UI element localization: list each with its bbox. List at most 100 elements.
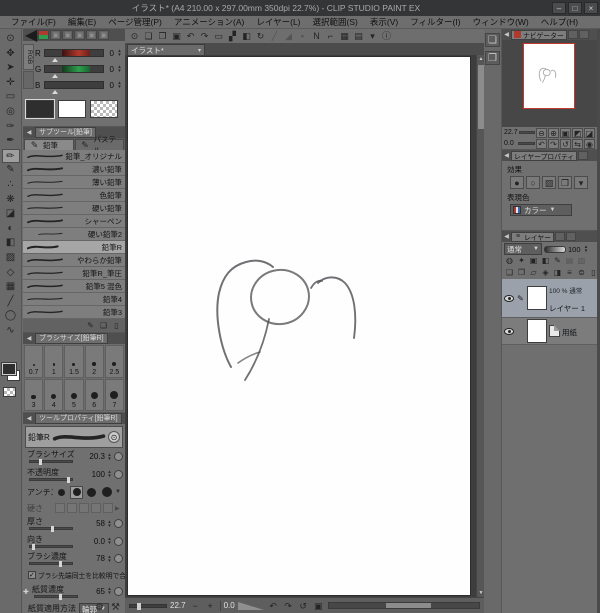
brush-size-cell[interactable]: 4 — [44, 378, 64, 411]
magnifier-detail-button[interactable]: ⊙ — [108, 431, 120, 443]
brush-size-slider[interactable] — [29, 459, 73, 465]
merge-down-icon[interactable]: ≡ — [564, 268, 575, 278]
navigator-preview[interactable] — [502, 40, 597, 127]
color-wheel-tab-icon[interactable]: ▣ — [50, 30, 62, 40]
material-palette-icon[interactable]: ❏ — [485, 33, 500, 47]
main-color-swatch[interactable] — [1, 362, 17, 376]
subtool-item[interactable]: 鉛筆3 — [23, 306, 125, 319]
frame-border-tool-icon[interactable]: ▦ — [2, 280, 20, 295]
nav-reset-view-icon[interactable]: ⇆ — [572, 138, 583, 149]
status-zoom-in-icon[interactable]: + — [204, 600, 217, 612]
red-slider[interactable] — [44, 49, 104, 62]
eraser-tool-icon[interactable]: ◪ — [2, 207, 20, 222]
blue-stepper[interactable]: ▲ ▼ — [116, 80, 123, 89]
brush-size-cell[interactable]: 2.5 — [104, 345, 124, 378]
color-history-tab-icon[interactable]: ▣ — [98, 30, 110, 40]
brush-size-cell[interactable]: 3 — [24, 378, 44, 411]
status-zoom-out-icon[interactable]: − — [189, 600, 202, 612]
middle-color-tab-icon[interactable]: ▣ — [74, 30, 86, 40]
blend-tool-icon[interactable]: ◐ — [2, 222, 20, 237]
register-settings-icon[interactable]: ⚒ — [109, 602, 122, 613]
canvas-viewport[interactable]: ▲ ▼ — [125, 55, 484, 597]
layer-move-tool-icon[interactable]: ✛ — [2, 76, 20, 91]
fill-icon[interactable]: ◧ — [240, 30, 253, 42]
thickness-value[interactable]: 58 — [88, 519, 105, 528]
border-effect-icon[interactable]: ● — [510, 176, 524, 189]
material-download-icon[interactable]: ❐ — [485, 51, 500, 65]
paper-density-value[interactable]: 65 — [88, 587, 105, 596]
clip-to-layer-below-icon[interactable]: ✦ — [516, 256, 527, 266]
copy-subtool-icon[interactable]: ✎ — [85, 320, 96, 331]
airbrush-tool-icon[interactable]: ∴ — [2, 178, 20, 193]
gradient-tool-icon[interactable]: ▨ — [2, 251, 20, 266]
brush-size-cell[interactable]: 1 — [44, 345, 64, 378]
paste-subtool-icon[interactable]: ❏ — [98, 320, 109, 331]
invert-selection-icon[interactable]: ▞ — [226, 30, 239, 42]
anti-strong-button[interactable] — [100, 486, 113, 499]
menu-page-manage[interactable]: ページ管理(P) — [103, 16, 167, 28]
anti-weak-button[interactable] — [70, 485, 83, 499]
menu-view[interactable]: 表示(V) — [365, 16, 403, 28]
rotate-canvas-icon[interactable]: ↻ — [254, 30, 267, 42]
hardness-step[interactable] — [79, 503, 89, 513]
paper-thumbnail[interactable] — [527, 319, 547, 343]
fill-tool-icon[interactable]: ◧ — [2, 236, 20, 251]
hardness-step[interactable] — [91, 503, 101, 513]
tab-dropdown-icon[interactable]: ▾ — [198, 47, 201, 54]
document-tab[interactable]: イラスト* ▾ — [127, 44, 205, 55]
new-layer-folder-icon[interactable]: ▱ — [528, 268, 539, 278]
anti-middle-button[interactable] — [85, 486, 98, 499]
snap-special-ruler-icon[interactable]: ⌐ — [324, 30, 337, 42]
brush-density-slider[interactable] — [29, 561, 73, 567]
print-icon[interactable]: ▤ — [352, 30, 365, 42]
operation-tool-icon[interactable]: ➤ — [2, 61, 20, 76]
info-icon[interactable]: ⓘ — [380, 30, 393, 42]
transparent-color-swatch[interactable] — [3, 387, 16, 397]
navigator-zoom-value[interactable]: 22.7 — [504, 129, 518, 136]
collapse-icon[interactable]: ◀ — [25, 415, 33, 422]
ruler-tool-icon[interactable]: ╱ — [2, 295, 20, 310]
direction-value[interactable]: 0.0 — [88, 537, 105, 546]
menu-layer[interactable]: レイヤー(L) — [251, 16, 305, 28]
brush-size-cell[interactable]: 0.7 — [24, 345, 44, 378]
texture-effect-icon[interactable]: ▨ — [542, 176, 556, 189]
create-mask-icon[interactable]: ◈ — [540, 268, 551, 278]
subtool-item[interactable]: 濃い鉛筆 — [23, 163, 125, 176]
thickness-stepper[interactable]: ▲ ▼ — [106, 519, 113, 528]
status-reset-rotation-icon[interactable]: ↺ — [297, 600, 310, 612]
undo-icon[interactable]: ↶ — [184, 30, 197, 42]
delete-layer-icon[interactable]: ▯ — [588, 268, 599, 278]
red-value[interactable]: 0 — [106, 49, 114, 58]
paper-density-slider[interactable] — [34, 593, 78, 600]
color-slider-tab-icon[interactable] — [38, 30, 50, 40]
menu-help[interactable]: ヘルプ(H) — [536, 16, 583, 28]
collapse-icon[interactable]: ◀ — [503, 31, 510, 38]
menu-selection[interactable]: 選択範囲(S) — [308, 16, 363, 28]
main-color-large-swatch[interactable] — [25, 99, 55, 119]
minimize-button[interactable]: – — [552, 2, 566, 14]
menu-window[interactable]: ウィンドウ(W) — [468, 16, 534, 28]
subview-tab[interactable] — [567, 30, 578, 39]
green-stepper[interactable]: ▲ ▼ — [116, 64, 123, 73]
subtool-item[interactable]: 鉛筆_オリジナル — [23, 150, 125, 163]
blue-value[interactable]: 0 — [106, 81, 114, 90]
blend-mode-dropdown[interactable]: 通常 ▼ — [504, 243, 542, 255]
figure-grayed-icon[interactable]: ◢ — [282, 30, 295, 42]
all-settings-icon[interactable]: ⚙ — [93, 602, 106, 613]
layer-tab[interactable]: ≡ レイヤー — [511, 231, 554, 242]
set-as-draft-icon[interactable]: ✎ — [552, 256, 563, 266]
snap-grid-icon[interactable]: ▦ — [338, 30, 351, 42]
hardness-step[interactable] — [103, 503, 113, 513]
combine-tips-checkbox[interactable]: ✓ — [28, 571, 36, 579]
new-canvas-icon[interactable]: ❏ — [142, 30, 155, 42]
collapse-icon[interactable]: ◀ — [503, 233, 510, 240]
delete-subtool-icon[interactable]: ▯ — [111, 320, 122, 331]
new-vector-layer-icon[interactable]: ❐ — [516, 268, 527, 278]
line-correct-tool-icon[interactable]: ∿ — [2, 324, 20, 339]
anti-none-button[interactable] — [55, 486, 68, 499]
status-rotate-right-icon[interactable]: ↷ — [282, 600, 295, 612]
visibility-eye-icon[interactable] — [504, 294, 514, 302]
brush-size-cell[interactable]: 7 — [104, 378, 124, 411]
brush-size-value[interactable]: 20.3 — [88, 452, 105, 461]
nav-zoom-in-icon[interactable]: ⊕ — [548, 127, 559, 138]
